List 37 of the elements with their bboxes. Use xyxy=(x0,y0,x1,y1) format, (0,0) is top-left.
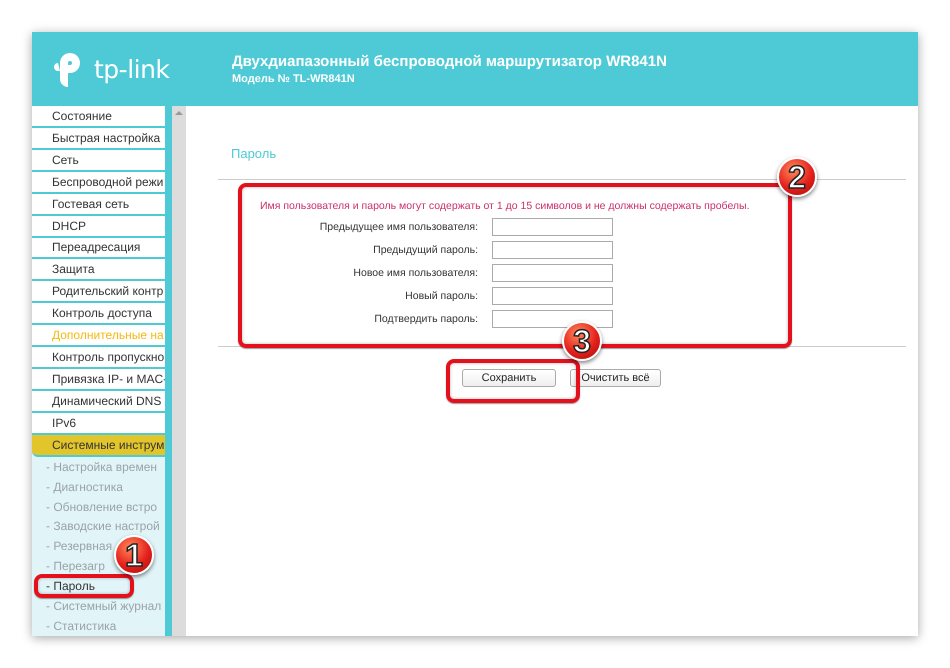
menu-item[interactable]: - Пароль xyxy=(46,579,95,594)
step-badge: 3 xyxy=(562,321,602,361)
field-label: Предыдущий пароль: xyxy=(372,244,478,256)
menu-item[interactable]: Системные инструм xyxy=(32,434,165,457)
menu-item[interactable]: IPv6 xyxy=(32,412,165,435)
scrollbar[interactable] xyxy=(172,106,186,636)
logo-text: tp-link xyxy=(94,54,170,84)
step-badge: 2 xyxy=(777,157,817,197)
clear-button[interactable]: Очистить всё xyxy=(570,369,661,387)
menu-item[interactable]: Сеть xyxy=(32,150,165,172)
menu-item[interactable]: Переадресация xyxy=(32,238,165,260)
field-label: Новое имя пользователя: xyxy=(352,267,478,279)
field-label: Подтвердить пароль: xyxy=(373,313,478,325)
menu-item[interactable]: Динамический DNS xyxy=(32,390,165,413)
input-field[interactable] xyxy=(492,264,613,282)
menu-item[interactable]: Быстрая настройка xyxy=(32,128,165,150)
menu-item[interactable]: Гостевая сеть xyxy=(32,194,165,216)
menu-item[interactable]: Беспроводной режи xyxy=(32,172,165,194)
menu-item[interactable]: Привязка IP- и MAC- xyxy=(32,369,165,391)
menu-item[interactable]: Родительский контр xyxy=(32,281,165,304)
save-button[interactable]: Сохранить xyxy=(462,369,556,387)
menu-item[interactable]: Контроль доступа xyxy=(32,303,165,326)
input-field[interactable] xyxy=(492,310,613,328)
field-label: Предыдущее имя пользователя: xyxy=(318,221,478,233)
scroll-up-icon[interactable] xyxy=(175,110,183,116)
page-title: Пароль xyxy=(231,146,276,161)
field-label: Новый пароль: xyxy=(404,290,478,302)
input-field[interactable] xyxy=(492,218,613,236)
hint-text: Имя пользователя и пароль могут содержать от 1 до 15 символов и не должны содержать пробелы. xyxy=(259,200,751,212)
menu-item[interactable]: Защита xyxy=(32,259,165,282)
model-number: Модель № TL-WR841N xyxy=(232,73,356,85)
input-field[interactable] xyxy=(492,241,613,259)
input-field[interactable] xyxy=(492,287,613,305)
router-title: Двухдиапазонный беспроводной маршрутизатор WR841N xyxy=(232,53,667,70)
menu-item[interactable]: Контроль пропускно xyxy=(32,347,165,370)
menu-item[interactable]: DHCP xyxy=(32,216,165,238)
menu-item[interactable]: Состояние xyxy=(32,106,165,128)
